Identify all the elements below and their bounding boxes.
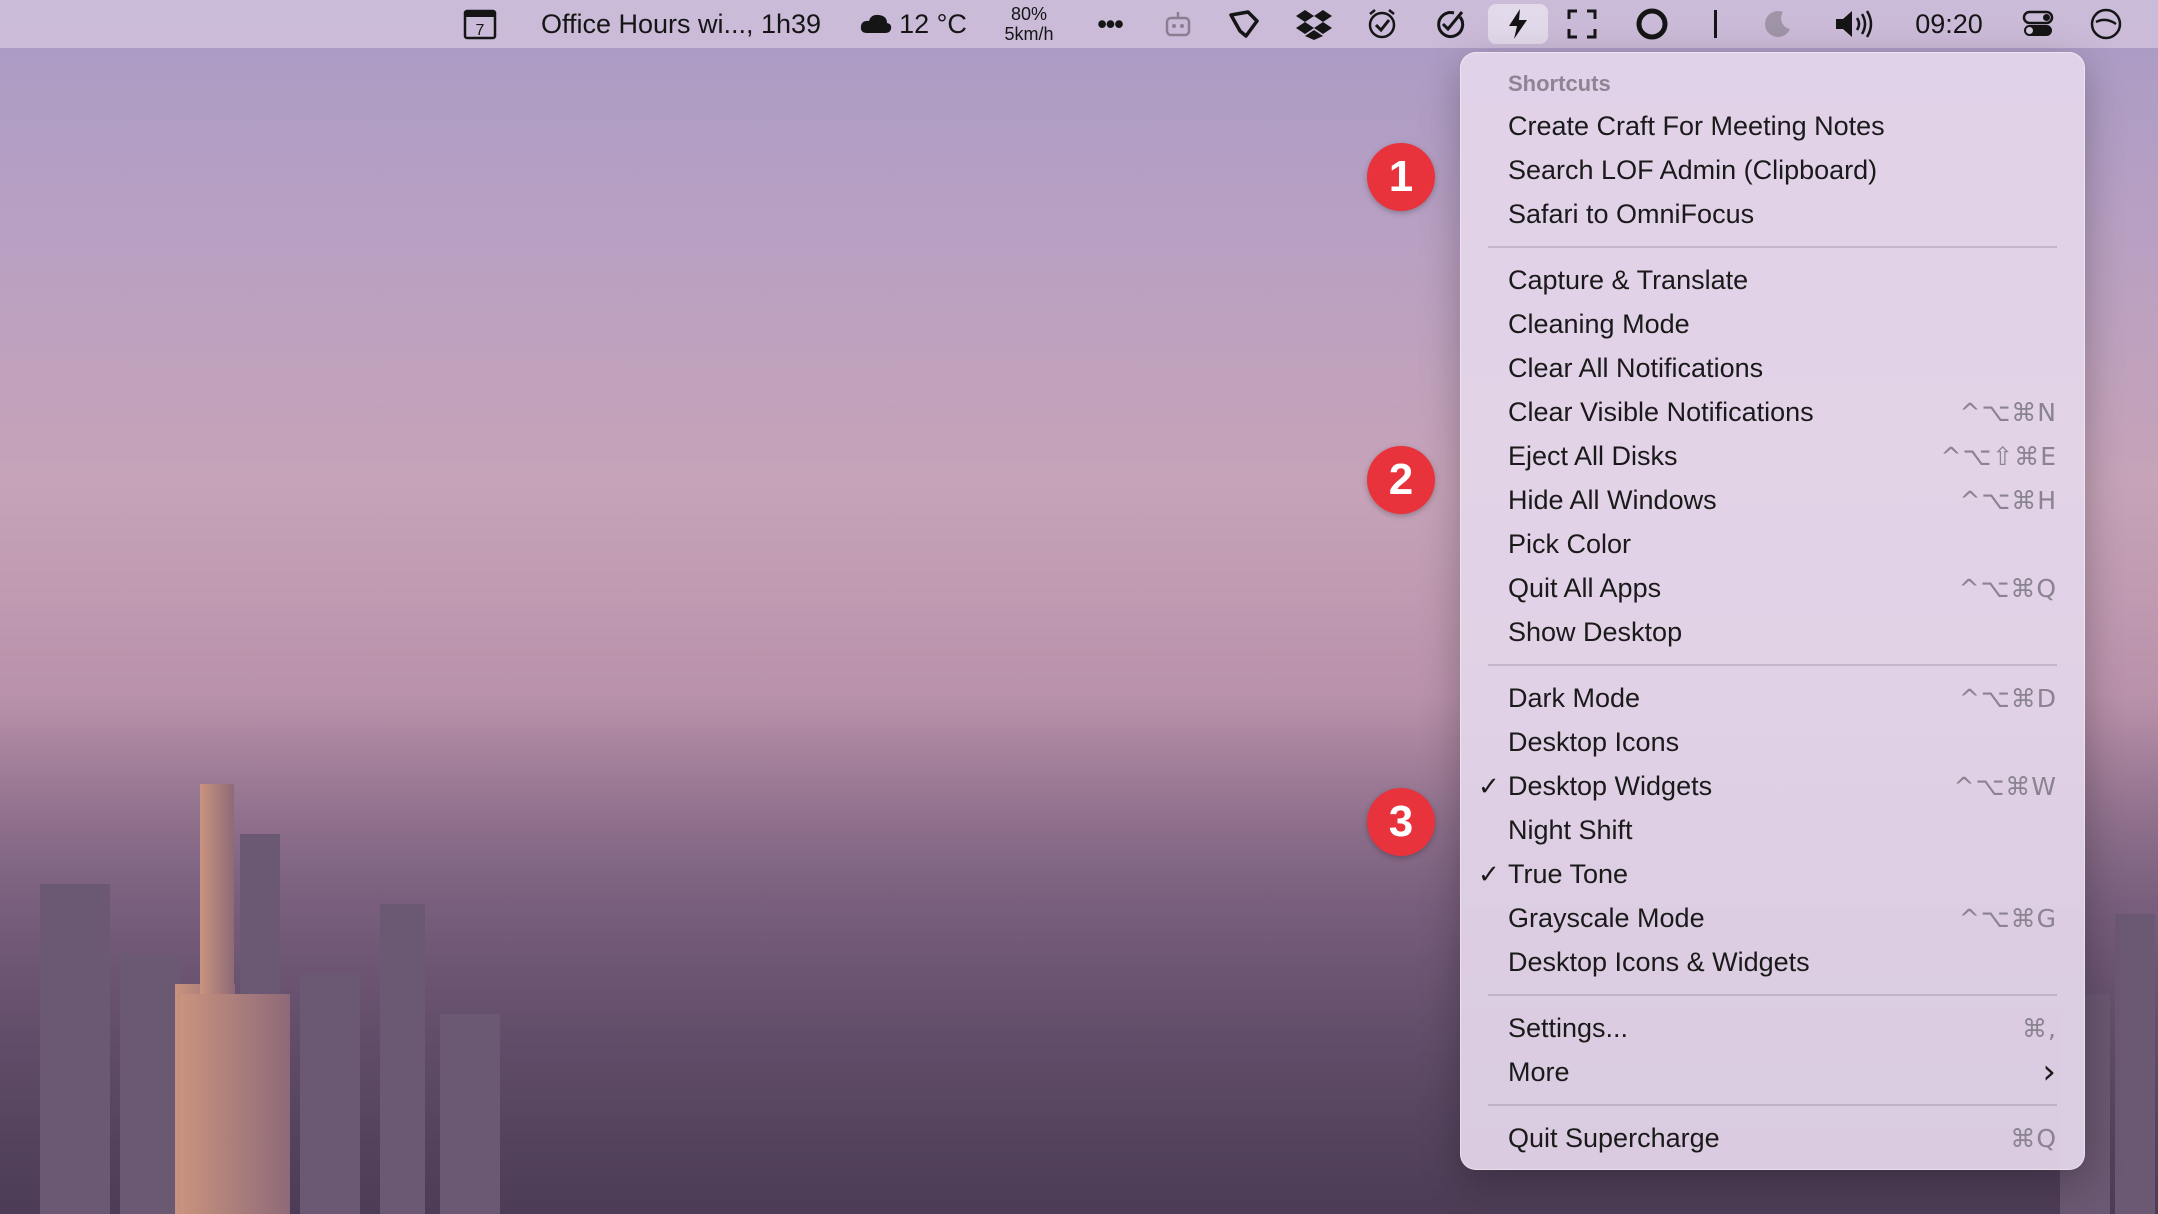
calendar-day: 7 (476, 22, 485, 39)
lightning-icon[interactable] (1488, 4, 1548, 44)
menu-separator (1488, 1104, 2057, 1106)
calendar-event[interactable]: Office Hours wi..., 1h39 (536, 0, 826, 48)
menu-header: Shortcuts (1508, 71, 1611, 96)
menu-item-clear-visible-notifications[interactable]: Clear Visible Notifications ^⌥⌘N (1460, 390, 2085, 434)
menu-item-label: Hide All Windows (1508, 484, 1717, 515)
annotation-badge-3: 3 (1367, 788, 1435, 856)
timing-icon[interactable] (2084, 0, 2128, 48)
menu-shortcut: ⌘Q (2010, 1123, 2057, 1153)
menu-item-label: Pick Color (1508, 528, 1632, 559)
menu-item-label: Safari to OmniFocus (1508, 198, 1755, 229)
menu-shortcut: ^⌥⌘N (1959, 397, 2057, 427)
menu-item-label: Clear Visible Notifications (1508, 396, 1814, 427)
menu-item-label: Quit All Apps (1508, 572, 1662, 603)
moon-icon[interactable] (1758, 0, 1798, 48)
menu-item-search-lof-admin[interactable]: Search LOF Admin (Clipboard) (1460, 148, 2085, 192)
menu-item-label: Create Craft For Meeting Notes (1508, 110, 1885, 141)
humidity-wind-widget[interactable]: 80% 5km/h (996, 0, 1062, 48)
menu-item-label: Search LOF Admin (Clipboard) (1508, 154, 1878, 185)
checkmark-circle-icon[interactable] (1362, 0, 1402, 48)
menu-item-label: Eject All Disks (1508, 440, 1678, 471)
tag-icon[interactable] (1224, 0, 1264, 48)
omnifocus-icon[interactable] (1430, 0, 1470, 48)
control-center-icon[interactable] (2016, 0, 2060, 48)
menu-item-true-tone[interactable]: ✓ True Tone (1460, 852, 2085, 896)
menu-header-row: Shortcuts (1460, 62, 2085, 106)
divider-icon (1700, 0, 1730, 48)
menu-separator (1488, 246, 2057, 248)
menu-item-label: Cleaning Mode (1508, 308, 1690, 339)
calendar-icon[interactable]: 7 (458, 0, 502, 48)
supercharge-menu: Shortcuts Create Craft For Meeting Notes… (1460, 52, 2085, 1170)
menu-item-eject-all-disks[interactable]: Eject All Disks ^⌥⇧⌘E (1460, 434, 2085, 478)
menu-item-settings[interactable]: Settings... ⌘, (1460, 1006, 2085, 1050)
menu-item-label: Quit Supercharge (1508, 1122, 1720, 1153)
menu-separator (1488, 994, 2057, 996)
menu-shortcut: ^⌥⌘W (1953, 771, 2057, 801)
menu-item-create-craft[interactable]: Create Craft For Meeting Notes (1460, 104, 2085, 148)
menu-item-label: Settings... (1508, 1012, 1629, 1043)
menu-item-label: Desktop Widgets (1508, 770, 1713, 801)
menu-item-label: Desktop Icons & Widgets (1508, 946, 1810, 977)
menu-item-label: More (1508, 1056, 1570, 1087)
weather-widget[interactable]: 12 °C (858, 0, 968, 48)
checkmark-icon: ✓ (1478, 858, 1500, 889)
menu-shortcut: ^⌥⌘G (1958, 903, 2057, 933)
menu-item-label: Desktop Icons (1508, 726, 1680, 757)
menu-shortcut: ^⌥⌘D (1958, 683, 2057, 713)
menu-item-safari-to-omnifocus[interactable]: Safari to OmniFocus (1460, 192, 2085, 236)
fullscreen-icon[interactable] (1560, 0, 1604, 48)
menu-bar: 7 Office Hours wi..., 1h39 12 °C 80% 5km… (0, 0, 2158, 48)
menu-item-capture-translate[interactable]: Capture & Translate (1460, 258, 2085, 302)
weather-temp: 12 °C (899, 8, 967, 39)
annotation-badge-2: 2 (1367, 446, 1435, 514)
menu-item-pick-color[interactable]: Pick Color (1460, 522, 2085, 566)
menu-item-grayscale-mode[interactable]: Grayscale Mode ^⌥⌘G (1460, 896, 2085, 940)
menu-item-label: Clear All Notifications (1508, 352, 1764, 383)
menu-shortcut: ⌘, (2022, 1013, 2057, 1043)
volume-icon[interactable] (1830, 0, 1878, 48)
menu-item-cleaning-mode[interactable]: Cleaning Mode (1460, 302, 2085, 346)
wind: 5km/h (1004, 24, 1054, 44)
menu-item-desktop-icons[interactable]: Desktop Icons (1460, 720, 2085, 764)
menu-item-desktop-widgets[interactable]: ✓ Desktop Widgets ^⌥⌘W (1460, 764, 2085, 808)
menu-item-label: True Tone (1508, 858, 1629, 889)
chevron-right-icon: › (2042, 1052, 2057, 1092)
menu-item-more[interactable]: More › (1460, 1050, 2085, 1094)
menu-item-quit-all-apps[interactable]: Quit All Apps ^⌥⌘Q (1460, 566, 2085, 610)
menu-item-hide-all-windows[interactable]: Hide All Windows ^⌥⌘H (1460, 478, 2085, 522)
menu-item-desktop-icons-widgets[interactable]: Desktop Icons & Widgets (1460, 940, 2085, 984)
menu-separator (1488, 664, 2057, 666)
cloud-icon (860, 14, 892, 33)
menu-item-label: Show Desktop (1508, 616, 1683, 647)
humidity: 80% (1010, 4, 1048, 24)
menu-item-quit-supercharge[interactable]: Quit Supercharge ⌘Q (1460, 1116, 2085, 1160)
clock[interactable]: 09:20 (1900, 0, 1998, 48)
menu-item-night-shift[interactable]: Night Shift (1460, 808, 2085, 852)
menu-item-label: Capture & Translate (1508, 264, 1749, 295)
menu-shortcut: ^⌥⇧⌘E (1940, 441, 2057, 471)
menu-item-label: Night Shift (1508, 814, 1633, 845)
record-icon[interactable] (1630, 0, 1674, 48)
bot-icon[interactable] (1158, 0, 1198, 48)
menu-shortcut: ^⌥⌘Q (1958, 573, 2057, 603)
dropbox-icon[interactable] (1292, 0, 1336, 48)
menu-item-show-desktop[interactable]: Show Desktop (1460, 610, 2085, 654)
annotation-badge-1: 1 (1367, 143, 1435, 211)
checkmark-icon: ✓ (1478, 770, 1500, 801)
more-icon[interactable]: ••• (1088, 0, 1132, 48)
menu-item-dark-mode[interactable]: Dark Mode ^⌥⌘D (1460, 676, 2085, 720)
menu-item-label: Dark Mode (1508, 682, 1641, 713)
menu-item-clear-all-notifications[interactable]: Clear All Notifications (1460, 346, 2085, 390)
menu-shortcut: ^⌥⌘H (1959, 485, 2057, 515)
menu-item-label: Grayscale Mode (1508, 902, 1705, 933)
